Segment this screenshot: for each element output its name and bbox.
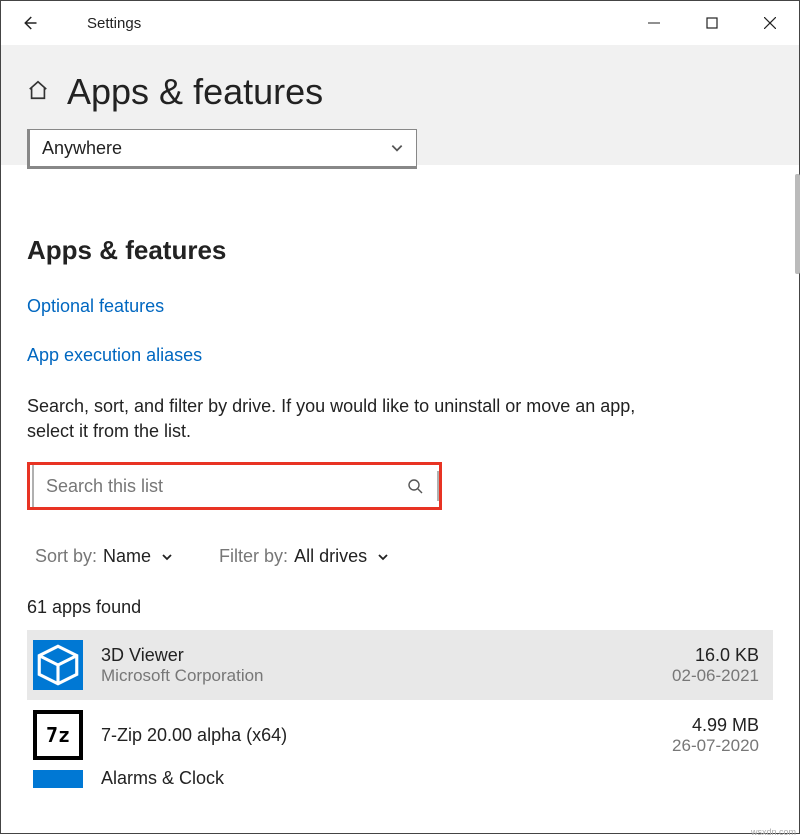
app-size: 16.0 KB [672, 645, 759, 666]
sort-label: Sort by: [35, 546, 97, 567]
close-button[interactable] [741, 1, 799, 45]
app-list: 3D Viewer Microsoft Corporation 16.0 KB … [27, 630, 773, 788]
chevron-down-icon [390, 141, 404, 155]
app-size: 4.99 MB [672, 715, 759, 736]
minimize-button[interactable] [625, 1, 683, 45]
install-source-value: Anywhere [42, 138, 390, 159]
back-arrow-icon [20, 14, 38, 32]
app-execution-aliases-link[interactable]: App execution aliases [27, 345, 773, 366]
filter-bar: Sort by: Name Filter by: All drives [27, 546, 773, 567]
apps-count: 61 apps found [27, 597, 773, 618]
app-name: 3D Viewer [101, 645, 654, 666]
close-icon [764, 17, 776, 29]
search-highlight [27, 462, 442, 510]
divider [437, 471, 439, 501]
search-icon [407, 478, 423, 494]
optional-features-link[interactable]: Optional features [27, 296, 773, 317]
window-title: Settings [57, 15, 141, 32]
help-text: Search, sort, and filter by drive. If yo… [27, 394, 667, 444]
maximize-button[interactable] [683, 1, 741, 45]
chevron-down-icon [161, 551, 173, 563]
sort-value: Name [103, 546, 151, 567]
app-row[interactable]: 7z 7-Zip 20.00 alpha (x64) 4.99 MB 26-07… [27, 700, 773, 770]
app-icon-3dviewer [33, 640, 83, 690]
settings-window: Settings Apps & features Anywhere Apps &… [0, 0, 800, 834]
scrollbar-thumb[interactable] [795, 174, 800, 274]
app-icon-7zip: 7z [33, 710, 83, 760]
filter-by-dropdown[interactable]: Filter by: All drives [219, 546, 389, 567]
back-button[interactable] [1, 1, 57, 45]
chevron-down-icon [377, 551, 389, 563]
sort-by-dropdown[interactable]: Sort by: Name [35, 546, 173, 567]
home-icon[interactable] [27, 79, 49, 106]
filter-value: All drives [294, 546, 367, 567]
watermark: wsxdn.com [751, 827, 796, 837]
content-area: Apps & features Optional features App ex… [1, 165, 799, 788]
app-date: 02-06-2021 [672, 666, 759, 686]
filter-label: Filter by: [219, 546, 288, 567]
titlebar: Settings [1, 1, 799, 45]
app-icon-alarms [33, 770, 83, 788]
search-input[interactable] [46, 476, 407, 497]
maximize-icon [706, 17, 718, 29]
section-title: Apps & features [27, 235, 773, 266]
minimize-icon [648, 17, 660, 29]
app-publisher: Microsoft Corporation [101, 666, 654, 686]
app-row[interactable]: 3D Viewer Microsoft Corporation 16.0 KB … [27, 630, 773, 700]
window-controls [625, 1, 799, 45]
app-row[interactable]: Alarms & Clock [27, 770, 773, 788]
app-date: 26-07-2020 [672, 736, 759, 756]
page-title: Apps & features [67, 71, 323, 113]
page-header: Apps & features Anywhere [1, 45, 799, 165]
app-name: Alarms & Clock [101, 770, 759, 788]
app-name: 7-Zip 20.00 alpha (x64) [101, 725, 654, 746]
install-source-dropdown[interactable]: Anywhere [27, 129, 417, 169]
